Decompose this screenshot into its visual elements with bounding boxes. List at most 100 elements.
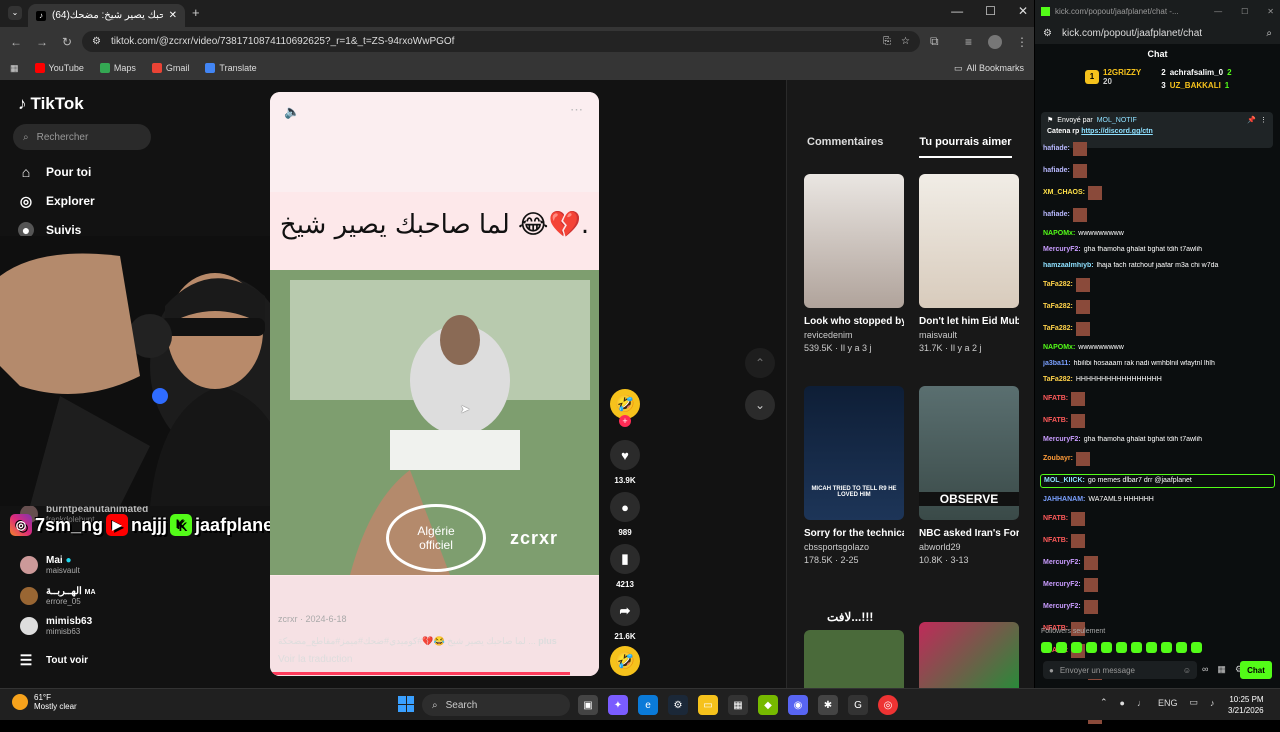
video-card[interactable]: MICAH TRIED TO TELL R9 HE LOVED HIM Sorr…	[804, 386, 904, 565]
tray-chevron-icon[interactable]: ⌃	[1100, 697, 1108, 708]
bookmark-translate[interactable]: Translate	[205, 63, 257, 73]
chat-username[interactable]: MOL_KIICK:	[1044, 477, 1085, 485]
bookmark-maps[interactable]: Maps	[99, 63, 136, 73]
next-video-button[interactable]: ⌄	[745, 390, 775, 420]
network-icon[interactable]: ▭	[1190, 697, 1199, 708]
emote-icon[interactable]	[1146, 642, 1157, 653]
all-bookmarks[interactable]: ▭ All Bookmarks	[954, 63, 1024, 74]
edge-icon[interactable]: e	[638, 695, 658, 715]
reload-icon[interactable]: ↻	[62, 35, 72, 49]
follow-plus-icon[interactable]: +	[619, 415, 631, 427]
chat-username[interactable]: NFATB:	[1043, 537, 1068, 545]
minimize-icon[interactable]: —	[951, 4, 963, 18]
task-view-icon[interactable]: ▣	[578, 695, 598, 715]
chat-username[interactable]: TaFa282:	[1043, 281, 1073, 289]
language-indicator[interactable]: ENG	[1158, 698, 1178, 708]
chat-username[interactable]: NFATB:	[1043, 515, 1068, 523]
chat-username[interactable]: hamzaalmhiyb:	[1043, 262, 1094, 270]
forward-icon[interactable]: →	[36, 35, 48, 49]
progress-bar[interactable]	[270, 672, 570, 675]
menu-kebab-icon[interactable]: ⋮	[1016, 35, 1028, 49]
chat-username[interactable]: ja3ba11:	[1043, 360, 1071, 368]
card-thumbnail[interactable]	[919, 622, 1019, 688]
nav-explorer[interactable]: ◎ Explorer	[18, 193, 95, 209]
close-icon[interactable]: ✕	[1018, 4, 1028, 18]
nvidia-icon[interactable]: ◆	[758, 695, 778, 715]
store-icon[interactable]: ▦	[728, 695, 748, 715]
tab-search-icon[interactable]: ⌄	[8, 6, 22, 20]
like-button[interactable]: ♥ 13.9K	[610, 440, 640, 485]
discord-icon[interactable]: ◉	[788, 695, 808, 715]
chat-username[interactable]: hafiade:	[1043, 167, 1070, 175]
clock[interactable]: 10:25 PM 3/21/2026	[1228, 694, 1264, 716]
poster-meta[interactable]: zcrxr · 2024-6-18	[278, 614, 347, 624]
share-button[interactable]: ➦ 21.6K	[610, 596, 640, 641]
account-item[interactable]: mimisb63 mimisb63	[20, 616, 92, 636]
send-chat-button[interactable]: Chat	[1240, 661, 1272, 679]
new-tab-icon[interactable]: +	[192, 5, 200, 20]
chat-username[interactable]: MercuryF2:	[1043, 246, 1081, 254]
windows-start-icon[interactable]	[398, 696, 414, 712]
profile-avatar[interactable]	[988, 34, 1002, 49]
nav-pour-toi[interactable]: ⌂ Pour toi	[18, 164, 92, 180]
emote-icon[interactable]	[1116, 642, 1127, 653]
maximize-icon[interactable]: ☐	[985, 4, 996, 18]
video-player[interactable]: 🔈 ⋯ لما صاحبك يصير شيخ 😂💔. Algérie offic…	[270, 92, 599, 676]
app-icon[interactable]: G	[848, 695, 868, 715]
close-icon[interactable]: ✕	[1267, 7, 1274, 16]
emote-icon[interactable]	[1086, 642, 1097, 653]
more-link[interactable]: plus	[538, 636, 557, 646]
volume-icon[interactable]: ♪	[1210, 698, 1215, 708]
save-button[interactable]: ▮ 4213	[610, 544, 640, 589]
emote-icon[interactable]	[1056, 642, 1067, 653]
comment-button[interactable]: ● 989	[610, 492, 640, 537]
tab-you-may-like[interactable]: Tu pourrais aimer	[919, 136, 1012, 158]
chat-username[interactable]: NAPOMx:	[1043, 230, 1075, 238]
chat-username[interactable]: MercuryF2:	[1043, 559, 1081, 567]
back-icon[interactable]: ←	[10, 35, 22, 49]
see-all-link[interactable]: ☰ Tout voir	[18, 652, 88, 668]
chat-username[interactable]: NFATB:	[1043, 417, 1068, 425]
more-icon[interactable]: ⋮	[1260, 116, 1267, 124]
apps-grid-icon[interactable]: ▦	[10, 63, 19, 74]
taskbar-search[interactable]: ⌕ Search	[422, 694, 570, 716]
chrome-icon[interactable]: ◎	[878, 695, 898, 715]
search-icon[interactable]: ⌕	[1266, 28, 1272, 39]
chat-username[interactable]: NFATB:	[1043, 395, 1068, 403]
chat-username[interactable]: MercuryF2:	[1043, 603, 1081, 611]
translate-link[interactable]: Voir la traduction	[278, 654, 353, 665]
video-card[interactable]: OBSERVE NBC asked Iran's Foreign Ministe…	[919, 386, 1019, 565]
account-item[interactable]: الهــربــة MA errore_05	[20, 586, 96, 606]
emote-icon[interactable]	[1161, 642, 1172, 653]
minimize-icon[interactable]: —	[1214, 7, 1222, 16]
leader-first[interactable]: 1 12GRIZZY 20	[1085, 68, 1141, 86]
tab-comments[interactable]: Commentaires	[807, 136, 883, 158]
chat-username[interactable]: XM_CHAOS:	[1043, 189, 1085, 197]
emote-icon[interactable]	[1071, 642, 1082, 653]
chat-username[interactable]: JAHHANAM:	[1043, 496, 1085, 504]
address-bar[interactable]: ⚙ tiktok.com/@zcrxr/video/73817108741106…	[82, 31, 920, 52]
sound-disc[interactable]: 🤣	[610, 646, 640, 682]
bookmark-gmail[interactable]: Gmail	[151, 63, 189, 73]
emote-icon[interactable]	[1176, 642, 1187, 653]
copilot-icon[interactable]: ✦	[608, 695, 628, 715]
search-input[interactable]: ⌕ Rechercher	[13, 124, 151, 150]
chat-username[interactable]: hafiade:	[1043, 145, 1070, 153]
steam-icon[interactable]: ⚙	[668, 695, 688, 715]
extensions-icon[interactable]: ⧉	[930, 34, 939, 49]
leader-third[interactable]: 3 UZ_BAKKALI 1	[1161, 81, 1231, 90]
emote-icon[interactable]	[1191, 642, 1202, 653]
volume-icon[interactable]: 🔈	[284, 104, 300, 120]
app-icon[interactable]: ✱	[818, 695, 838, 715]
emoji-icon[interactable]: ☺	[1183, 666, 1191, 675]
chat-username[interactable]: NAPOMx:	[1043, 344, 1075, 352]
file-explorer-icon[interactable]: ▭	[698, 695, 718, 715]
install-icon[interactable]: ⎘	[883, 36, 891, 47]
tray-app-icon[interactable]: ●	[1120, 698, 1125, 708]
video-card[interactable]: Don't let him Eid Mubarak his way... mai…	[919, 174, 1019, 353]
leader-second[interactable]: 2 achrafsalim_0 2	[1161, 68, 1231, 77]
chat-username[interactable]: MercuryF2:	[1043, 581, 1081, 589]
tiktok-logo[interactable]: ♪ TikTok	[18, 94, 84, 114]
bookmark-youtube[interactable]: YouTube	[34, 63, 84, 73]
close-tab-icon[interactable]: ✕	[169, 10, 177, 21]
